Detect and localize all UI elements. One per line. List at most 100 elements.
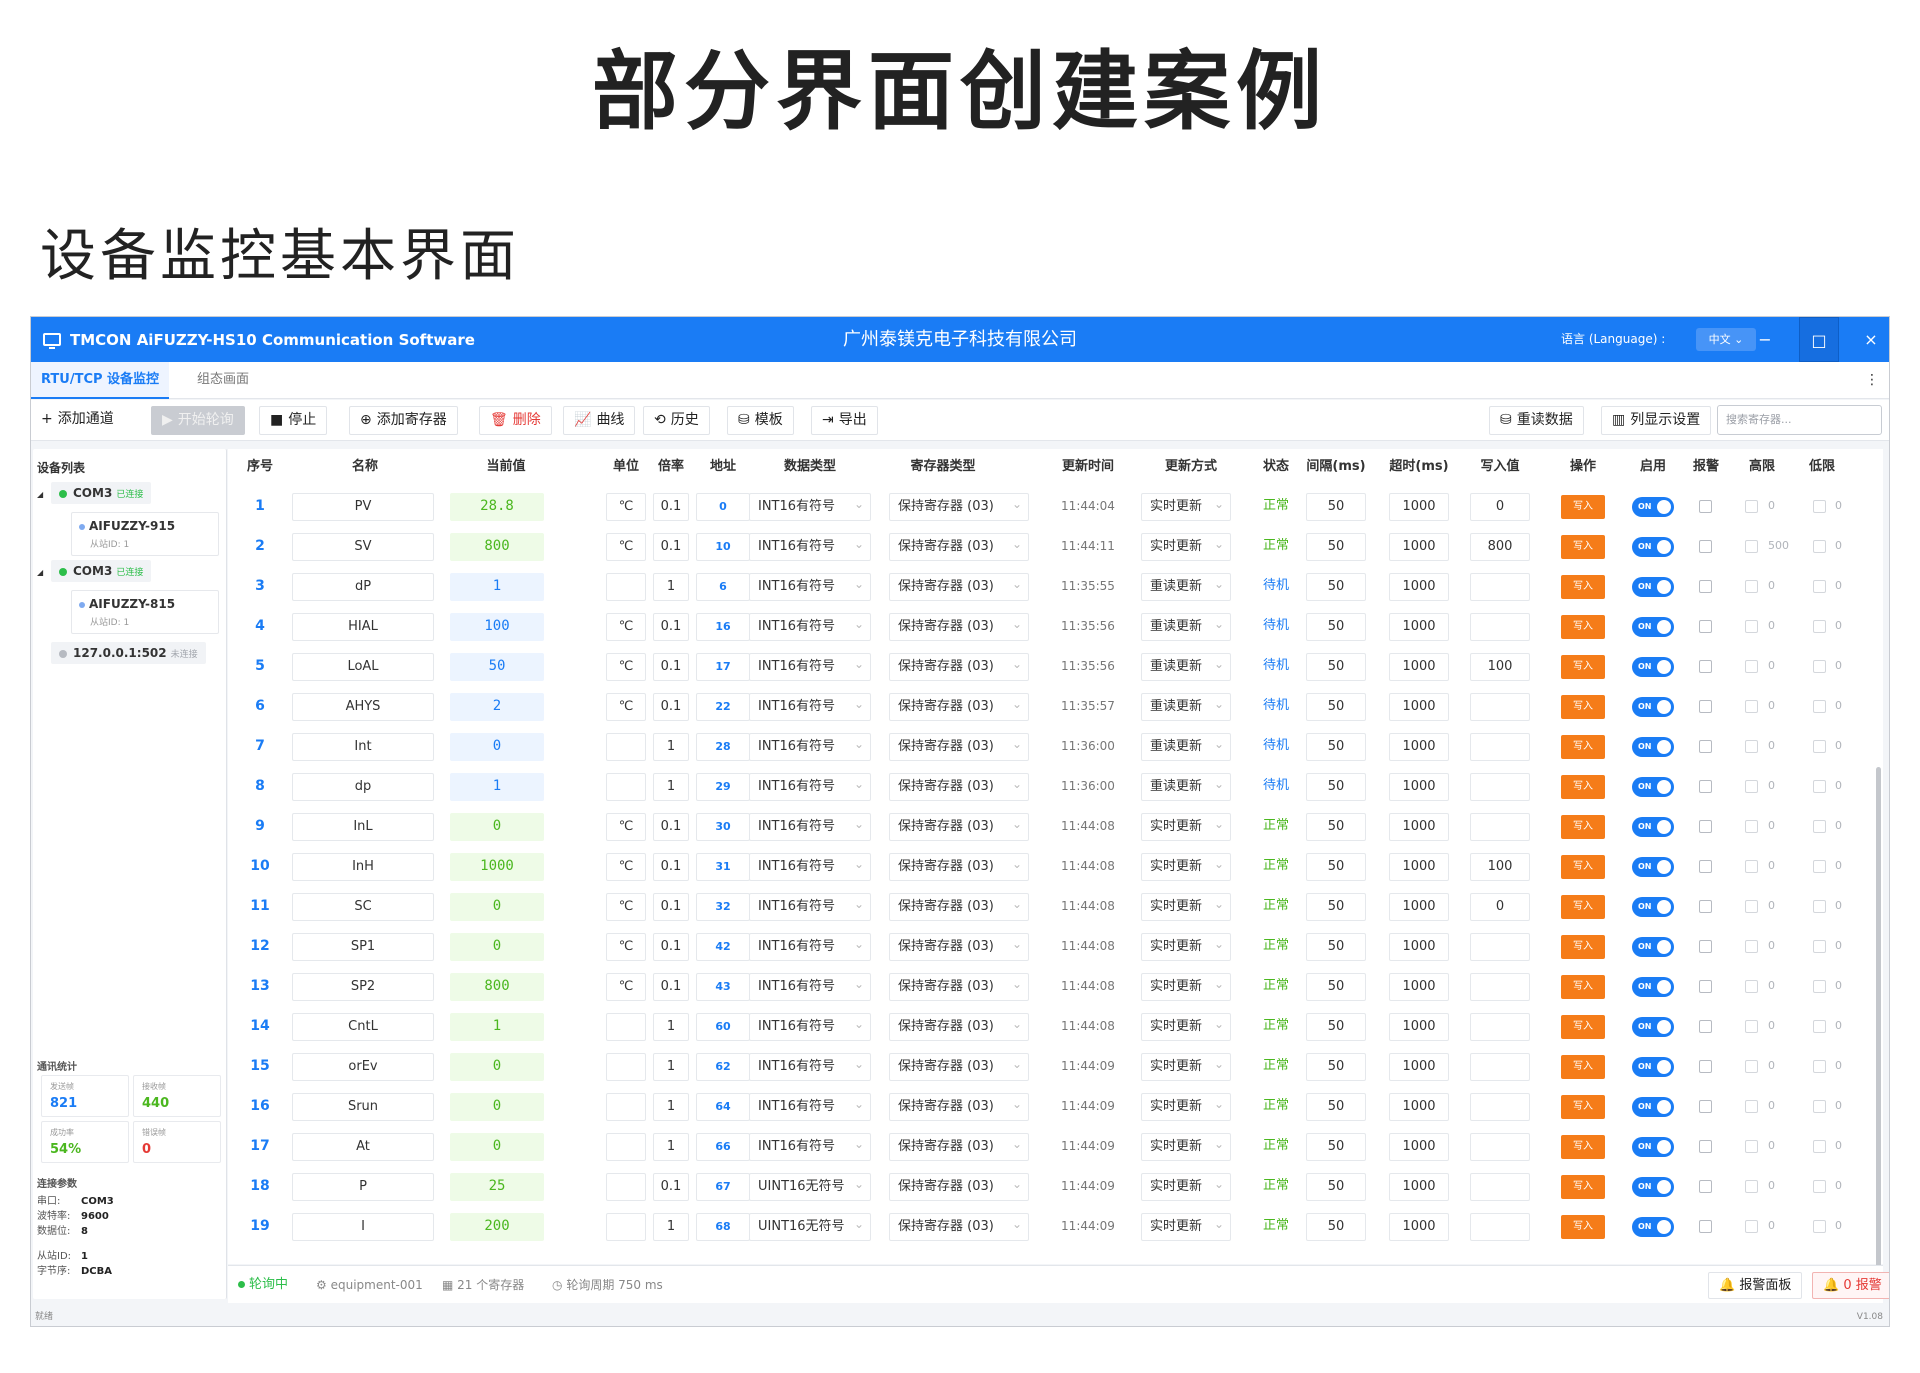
high-limit-checkbox[interactable] [1745, 940, 1758, 953]
register-type-select[interactable]: 保持寄存器 (03) [889, 653, 1029, 681]
register-name-field[interactable]: orEv [292, 1053, 434, 1081]
interval-field[interactable]: 50 [1306, 773, 1366, 801]
write-button[interactable]: 写入 [1561, 1175, 1605, 1199]
register-type-select[interactable]: 保持寄存器 (03) [889, 573, 1029, 601]
update-mode-select[interactable]: 实时更新 [1141, 1053, 1231, 1081]
unit-field[interactable] [606, 1133, 646, 1161]
register-name-field[interactable]: SV [292, 533, 434, 561]
alarm-checkbox[interactable] [1699, 620, 1712, 633]
register-name-field[interactable]: At [292, 1133, 434, 1161]
update-mode-select[interactable]: 实时更新 [1141, 1133, 1231, 1161]
write-value-input[interactable] [1470, 613, 1530, 641]
register-type-select[interactable]: 保持寄存器 (03) [889, 933, 1029, 961]
address-field[interactable]: 29 [696, 773, 750, 801]
register-name-field[interactable]: SP2 [292, 973, 434, 1001]
low-limit-checkbox[interactable] [1813, 700, 1826, 713]
write-button[interactable]: 写入 [1561, 775, 1605, 799]
unit-field[interactable] [606, 773, 646, 801]
data-type-select[interactable]: INT16有符号 [749, 1133, 871, 1161]
column-header[interactable]: 当前值 [466, 449, 546, 485]
alarm-checkbox[interactable] [1699, 700, 1712, 713]
update-mode-select[interactable]: 重读更新 [1141, 573, 1231, 601]
alarm-checkbox[interactable] [1699, 1140, 1712, 1153]
interval-field[interactable]: 50 [1306, 573, 1366, 601]
write-button[interactable]: 写入 [1561, 855, 1605, 879]
unit-field[interactable] [606, 1213, 646, 1241]
update-mode-select[interactable]: 实时更新 [1141, 933, 1231, 961]
address-field[interactable]: 62 [696, 1053, 750, 1081]
column-settings-button[interactable]: ▥ 列显示设置 [1601, 406, 1712, 435]
high-limit-checkbox[interactable] [1745, 660, 1758, 673]
unit-field[interactable]: ℃ [606, 533, 646, 561]
high-limit-checkbox[interactable] [1745, 500, 1758, 513]
column-header[interactable]: 超时(ms) [1379, 449, 1459, 485]
channel-node-com3[interactable]: COM3 已连接 [51, 482, 152, 504]
interval-field[interactable]: 50 [1306, 613, 1366, 641]
write-value-input[interactable]: 100 [1470, 853, 1530, 881]
data-type-select[interactable]: INT16有符号 [749, 493, 871, 521]
column-header[interactable]: 寄存器类型 [903, 449, 983, 485]
rate-field[interactable]: 0.1 [653, 933, 689, 961]
register-type-select[interactable]: 保持寄存器 (03) [889, 1133, 1029, 1161]
register-name-field[interactable]: dp [292, 773, 434, 801]
update-mode-select[interactable]: 实时更新 [1141, 893, 1231, 921]
address-field[interactable]: 22 [696, 693, 750, 721]
low-limit-checkbox[interactable] [1813, 1100, 1826, 1113]
data-type-select[interactable]: INT16有符号 [749, 693, 871, 721]
column-header[interactable]: 写入值 [1460, 449, 1540, 485]
rate-field[interactable]: 0.1 [653, 613, 689, 641]
register-type-select[interactable]: 保持寄存器 (03) [889, 853, 1029, 881]
table-scrollbar[interactable] [1876, 767, 1881, 1277]
alarm-checkbox[interactable] [1699, 580, 1712, 593]
address-field[interactable]: 66 [696, 1133, 750, 1161]
write-button[interactable]: 写入 [1561, 495, 1605, 519]
low-limit-checkbox[interactable] [1813, 1180, 1826, 1193]
data-type-select[interactable]: INT16有符号 [749, 733, 871, 761]
register-name-field[interactable]: InL [292, 813, 434, 841]
write-button[interactable]: 写入 [1561, 655, 1605, 679]
enable-toggle[interactable] [1632, 897, 1674, 917]
address-field[interactable]: 30 [696, 813, 750, 841]
write-button[interactable]: 写入 [1561, 1055, 1605, 1079]
column-header[interactable]: 间隔(ms) [1296, 449, 1376, 485]
update-mode-select[interactable]: 实时更新 [1141, 1093, 1231, 1121]
enable-toggle[interactable] [1632, 1017, 1674, 1037]
rate-field[interactable]: 0.1 [653, 533, 689, 561]
high-limit-checkbox[interactable] [1745, 620, 1758, 633]
write-button[interactable]: 写入 [1561, 615, 1605, 639]
interval-field[interactable]: 50 [1306, 1093, 1366, 1121]
low-limit-checkbox[interactable] [1813, 580, 1826, 593]
expand-arrow-icon[interactable]: ◢ [37, 568, 43, 577]
register-name-field[interactable]: I [292, 1213, 434, 1241]
stop-button[interactable]: ■ 停止 [259, 406, 328, 435]
tab-config-screen[interactable]: 组态画面 [187, 362, 259, 399]
alarm-checkbox[interactable] [1699, 900, 1712, 913]
delete-button[interactable]: 🗑 删除 [479, 406, 552, 435]
unit-field[interactable]: ℃ [606, 893, 646, 921]
register-name-field[interactable]: LoAL [292, 653, 434, 681]
write-value-input[interactable] [1470, 573, 1530, 601]
register-type-select[interactable]: 保持寄存器 (03) [889, 813, 1029, 841]
alarm-checkbox[interactable] [1699, 540, 1712, 553]
column-header[interactable]: 序号 [220, 449, 300, 485]
update-mode-select[interactable]: 实时更新 [1141, 973, 1231, 1001]
enable-toggle[interactable] [1632, 1057, 1674, 1077]
channel-node-com3-b[interactable]: COM3 已连接 [51, 560, 152, 582]
register-type-select[interactable]: 保持寄存器 (03) [889, 893, 1029, 921]
write-value-input[interactable]: 0 [1470, 493, 1530, 521]
low-limit-checkbox[interactable] [1813, 900, 1826, 913]
alarm-checkbox[interactable] [1699, 1220, 1712, 1233]
data-type-select[interactable]: INT16有符号 [749, 533, 871, 561]
start-poll-button[interactable]: ▶ 开始轮询 [151, 406, 245, 435]
register-type-select[interactable]: 保持寄存器 (03) [889, 733, 1029, 761]
unit-field[interactable]: ℃ [606, 853, 646, 881]
alarm-checkbox[interactable] [1699, 780, 1712, 793]
alarm-checkbox[interactable] [1699, 820, 1712, 833]
alarm-checkbox[interactable] [1699, 660, 1712, 673]
update-mode-select[interactable]: 重读更新 [1141, 693, 1231, 721]
interval-field[interactable]: 50 [1306, 1213, 1366, 1241]
interval-field[interactable]: 50 [1306, 733, 1366, 761]
data-type-select[interactable]: INT16有符号 [749, 573, 871, 601]
register-type-select[interactable]: 保持寄存器 (03) [889, 773, 1029, 801]
write-button[interactable]: 写入 [1561, 575, 1605, 599]
